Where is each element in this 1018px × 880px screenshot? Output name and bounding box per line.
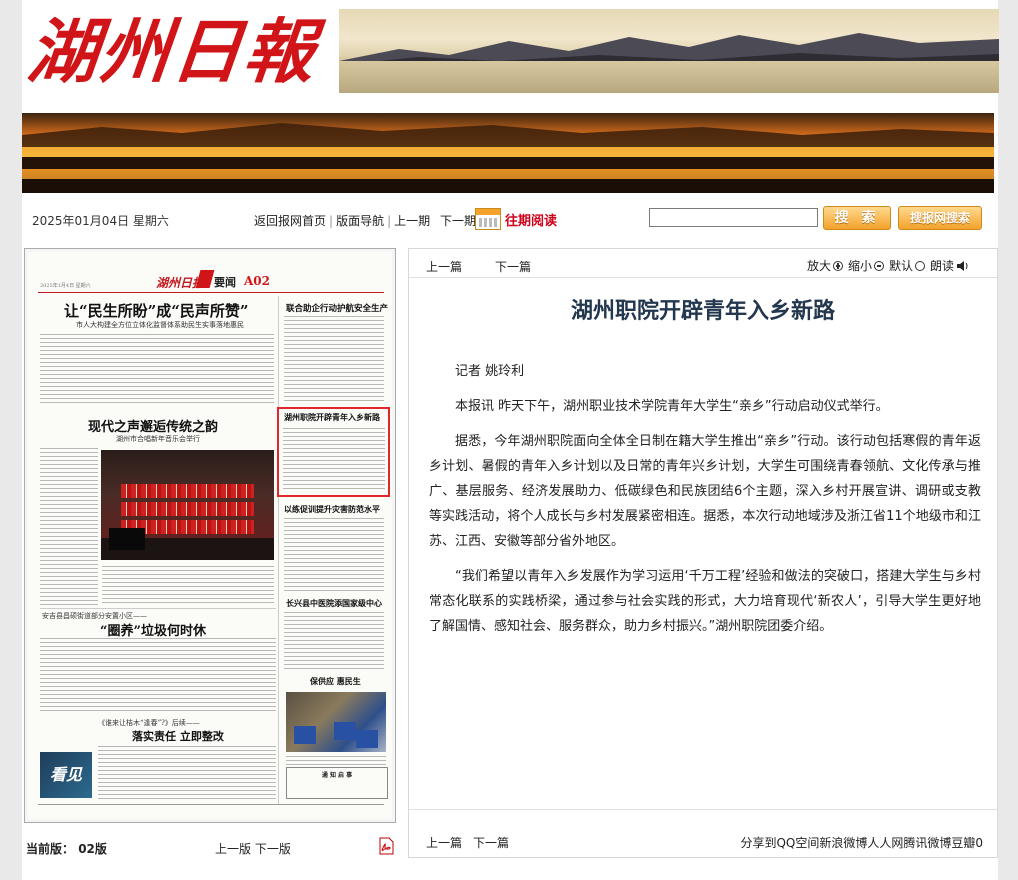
thumb-subhead-3: 湖州市合唱新年音乐会举行 (116, 435, 200, 443)
thumb-header-rule (38, 292, 384, 293)
zoom-out-button[interactable]: 缩小 (848, 257, 885, 274)
thumb-body-text (40, 448, 98, 608)
masthead-logo[interactable]: 湖州日報 (22, 8, 321, 96)
thumb-headline-7[interactable]: 长兴县中医院添国家级中心 (286, 598, 382, 609)
default-size-button[interactable]: 默认 (889, 257, 926, 274)
thumb-page-code: A02 (244, 274, 271, 288)
article-title: 湖州职院开辟青年入乡新路 (570, 299, 835, 324)
layout-nav-link[interactable]: 版面导航 (336, 214, 384, 228)
read-aloud-button[interactable]: 朗读 (930, 257, 970, 274)
thumb-body-text (40, 334, 274, 406)
thumb-date: 2025年1月4日 星期六 (40, 283, 91, 289)
calendar-icon (475, 208, 501, 230)
thumb-headline-9[interactable]: 落实责任 立即整改 (132, 728, 224, 744)
thumb-kicker-9: 《谁来让桔木“逢春”?》后续—— (98, 719, 200, 727)
thumb-body-text (40, 638, 276, 712)
next-article-link-bottom[interactable]: 下一篇 (473, 834, 509, 851)
thumb-section: 要闻 (214, 276, 236, 289)
prev-article-link[interactable]: 上一篇 (426, 258, 462, 275)
article-panel: 上一篇 下一篇 放大 缩小 默认 朗读 湖州职院开辟青年入乡新路 记者 姚玲利 … (408, 248, 998, 858)
thumb-headline-4[interactable]: 湖州职院开辟青年入乡新路 (284, 412, 380, 423)
next-article-link[interactable]: 下一篇 (495, 258, 531, 275)
page-thumbnail-panel: 2025年1月4日 星期六 湖州日报 要闻 A02 让“民生所盼”成“民声所赞”… (24, 248, 396, 823)
thumb-body-text (283, 428, 385, 492)
zoom-out-label: 缩小 (848, 259, 873, 273)
masthead-title: 湖州日報 (23, 10, 321, 93)
thumb-body-text (284, 612, 384, 670)
notice-title: 通 知 启 事 (321, 772, 353, 779)
article-body: 记者 姚玲利 本报讯 昨天下午，湖州职业技术学院青年大学生“亲乡”行动启动仪式举… (429, 359, 981, 649)
banner-sunset-image (22, 113, 994, 193)
thumb-logo-mark (195, 270, 215, 288)
section-divider (40, 608, 276, 609)
zoom-in-button[interactable]: 放大 (807, 257, 844, 274)
article-toolbar: 上一篇 下一篇 放大 缩小 默认 朗读 (409, 249, 997, 278)
current-page-label: 当前版： (26, 842, 75, 856)
nav-separator: | (387, 214, 392, 228)
thumb-headline-3[interactable]: 现代之声邂逅传统之韵 (88, 416, 218, 435)
page-thumbnail[interactable]: 2025年1月4日 星期六 湖州日报 要闻 A02 让“民生所盼”成“民声所赞”… (28, 252, 392, 819)
article-paragraph: 据悉，今年湖州职院面向全体全日制在籍大学生推出“亲乡”行动。该行动包括寒假的青年… (429, 434, 981, 549)
zoom-in-label: 放大 (807, 259, 832, 273)
page: 湖州日報 2025年01月04日 星期六 返回报网首页 | 版面导航 | 上一期 下一期… (22, 0, 999, 880)
share-links[interactable]: 分享到QQ空间新浪微博人人网腾讯微博豆瓣0 (740, 834, 983, 851)
nav-separator: | (329, 214, 334, 228)
thumb-footer-rule (38, 804, 384, 805)
thumb-body-text (98, 746, 276, 802)
banner-lake-image (339, 9, 999, 93)
current-page-indicator: 当前版： 02版 (26, 840, 107, 857)
thumb-subhead-1: 市人大构建全方位立体化监督体系助民生实事落地惠民 (76, 321, 244, 329)
prev-issue-link[interactable]: 上一期 (394, 214, 430, 228)
circle-icon (915, 260, 926, 271)
search-input[interactable] (649, 208, 818, 227)
net-search-button[interactable]: 搜报网搜索 (898, 206, 982, 230)
notice-box: 通 知 启 事 (286, 767, 388, 799)
choir-photo (101, 450, 274, 560)
reading-tools: 放大 缩小 默认 朗读 (807, 257, 975, 274)
current-page-value: 02版 (78, 842, 107, 856)
article-byline: 记者 姚玲利 (455, 364, 525, 379)
article-paragraph: 本报讯 昨天下午，湖州职业技术学院青年大学生“亲乡”行动启动仪式举行。 (455, 399, 889, 414)
thumb-body-text (102, 566, 274, 606)
default-label: 默认 (889, 259, 914, 273)
article-paragraph: “我们希望以青年入乡发展作为学习运用‘千万工程’经验和做法的突破口，搭建大学生与… (429, 569, 981, 634)
issue-date: 2025年01月04日 星期六 (32, 214, 169, 228)
column-divider (278, 296, 279, 804)
next-issue-link[interactable]: 下一期 (440, 214, 476, 228)
thumb-body-text (286, 756, 386, 766)
thumb-headline-1[interactable]: 让“民生所盼”成“民声所赞” (64, 300, 249, 321)
prev-article-link-bottom[interactable]: 上一篇 (426, 834, 462, 851)
nav-links: 返回报网首页 | 版面导航 | 上一期 下一期 (254, 212, 476, 229)
thumb-body-text (284, 518, 384, 594)
next-page-link[interactable]: 下一版 (255, 842, 291, 856)
home-link[interactable]: 返回报网首页 (254, 214, 326, 228)
thumb-headline-5[interactable]: 以练促训提升灾害防范水平 (284, 504, 380, 515)
read-aloud-label: 朗读 (930, 259, 955, 273)
nav-separator (433, 214, 437, 228)
kanjian-badge: 看见 (40, 752, 92, 798)
prev-page-link[interactable]: 上一版 (215, 842, 251, 856)
supply-photo (286, 692, 386, 752)
pdf-icon[interactable] (377, 837, 395, 855)
thumb-headline-8[interactable]: 保供应 惠民生 (310, 676, 361, 687)
nav-bar: 2025年01月04日 星期六 返回报网首页 | 版面导航 | 上一期 下一期 往期阅读… (22, 204, 998, 234)
past-reading-button[interactable]: 往期阅读 (475, 208, 557, 230)
thumb-headline-6[interactable]: “圈养”垃圾何时休 (100, 620, 206, 639)
speaker-icon (957, 260, 968, 271)
search-button[interactable]: 搜 索 (823, 206, 891, 230)
minus-circle-icon (874, 260, 885, 271)
thumb-body-text (284, 316, 384, 402)
article-footer: 上一篇 下一篇 分享到QQ空间新浪微博人人网腾讯微博豆瓣0 (409, 809, 997, 858)
thumb-headline-2[interactable]: 联合助企行动护航安全生产 (286, 302, 388, 314)
past-reading-label: 往期阅读 (505, 213, 558, 229)
page-nav: 上一版 下一版 (215, 840, 291, 857)
plus-circle-icon (833, 260, 844, 271)
